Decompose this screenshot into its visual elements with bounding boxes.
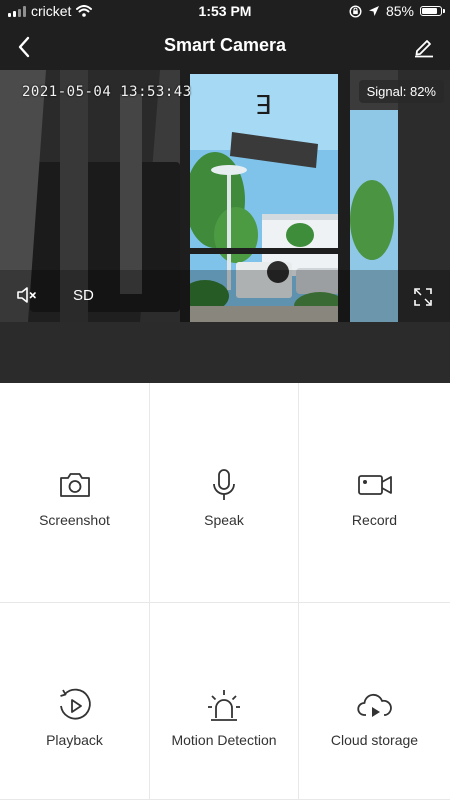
battery-percent: 85% <box>385 3 414 19</box>
screenshot-button[interactable]: Screenshot <box>0 383 150 603</box>
camera-icon <box>59 473 90 497</box>
cloud-play-icon <box>356 694 392 717</box>
location-arrow-icon <box>368 6 379 16</box>
microphone-icon <box>213 469 235 500</box>
playback-icon <box>59 688 91 720</box>
cloud-storage-label: Cloud storage <box>330 732 419 748</box>
header-bar: Smart Camera <box>0 22 450 70</box>
pencil-icon[interactable] <box>412 34 436 58</box>
video-camera-icon <box>357 475 392 495</box>
record-button[interactable]: Record <box>299 383 450 603</box>
status-bar: cricket 1:53 PM 85% <box>0 0 450 22</box>
signal-strength-badge: Signal: 82% <box>358 80 444 103</box>
cloud-storage-button[interactable]: Cloud storage <box>299 603 450 800</box>
speak-label: Speak <box>204 512 244 528</box>
action-grid: Screenshot Speak Record Playback Motion … <box>0 383 450 800</box>
page-title: Smart Camera <box>163 35 287 55</box>
video-timestamp: 2021-05-04 13:53:43 <box>22 84 192 100</box>
svg-text:E: E <box>256 88 272 118</box>
record-label: Record <box>351 512 398 528</box>
motion-detection-button[interactable]: Motion Detection <box>150 603 299 800</box>
status-right: 85% <box>349 3 445 19</box>
camera-feed[interactable]: E 2021-05-04 13:53:43 Signal: 82% SD <box>0 70 450 322</box>
speak-button[interactable]: Speak <box>150 383 299 603</box>
playback-label: Playback <box>46 732 103 748</box>
orientation-lock-icon <box>349 4 362 18</box>
motion-detection-label: Motion Detection <box>171 732 277 748</box>
video-quality-toggle[interactable]: SD <box>73 287 94 304</box>
alarm-light-icon <box>208 690 240 721</box>
camera-scene-image: E <box>0 70 450 322</box>
battery-icon <box>420 6 445 16</box>
screenshot-label: Screenshot <box>39 512 110 528</box>
video-controls-band <box>0 322 450 383</box>
speaker-mute-icon[interactable] <box>16 286 38 304</box>
playback-button[interactable]: Playback <box>0 603 150 800</box>
fullscreen-icon[interactable] <box>413 287 433 307</box>
